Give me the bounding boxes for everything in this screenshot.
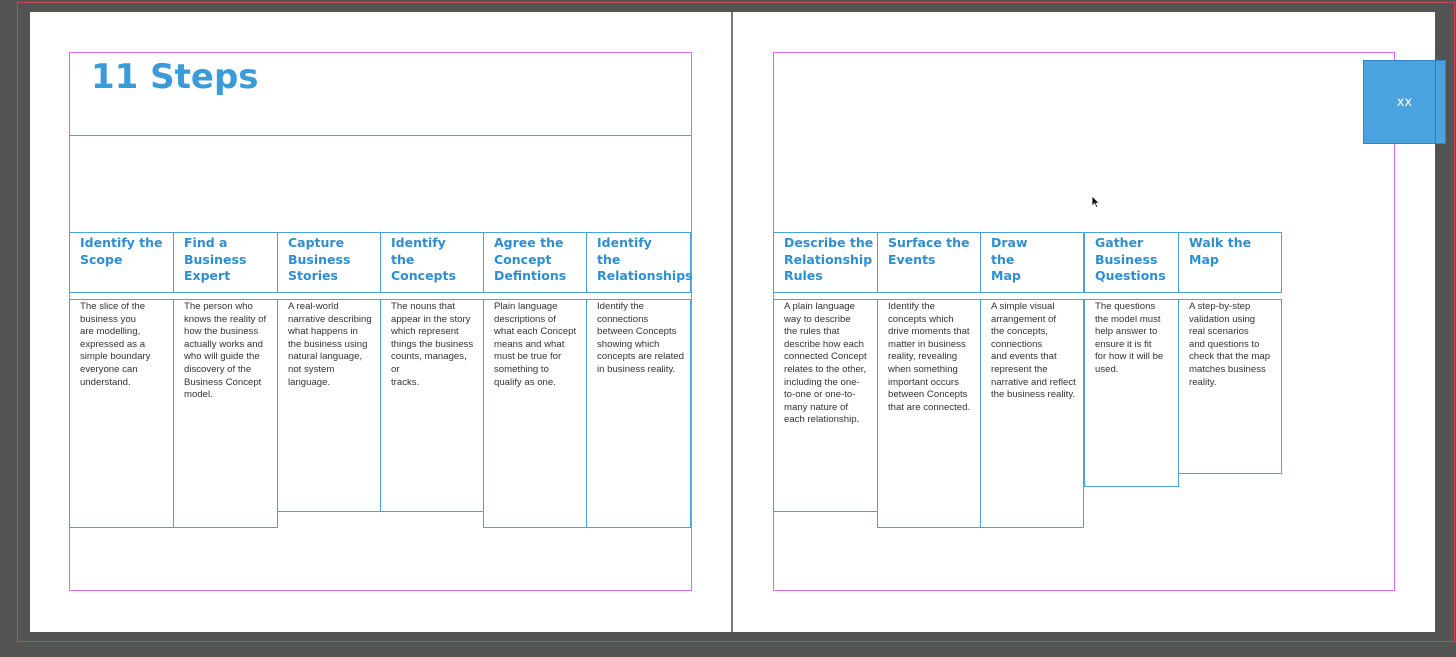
tab-label: xx xyxy=(1396,94,1413,110)
step-heading[interactable]: Capture Business Stories xyxy=(277,232,381,293)
empty-text-frame[interactable] xyxy=(69,135,691,233)
step-heading[interactable]: Surface the Events xyxy=(877,232,981,293)
step-heading[interactable]: Agree the Concept Defintions xyxy=(483,232,587,293)
step-heading[interactable]: Identify the Relationships xyxy=(586,232,693,293)
step-description[interactable]: A real-world narrative describing what h… xyxy=(277,299,381,512)
step-heading[interactable]: Identify the Scope xyxy=(69,232,174,293)
step-heading[interactable]: Find a Business Expert xyxy=(173,232,278,293)
step-heading[interactable]: Walk the Map xyxy=(1178,232,1282,293)
step-description[interactable]: The nouns that appear in the story which… xyxy=(380,299,484,512)
mouse-pointer-icon xyxy=(1091,195,1101,209)
step-heading[interactable]: Gather Business Questions xyxy=(1084,232,1179,293)
step-description[interactable]: A step-by-step validation using real sce… xyxy=(1178,299,1282,474)
step-description[interactable]: The questions the model must help answer… xyxy=(1084,299,1179,487)
step-description[interactable]: Identify the concepts which drive moment… xyxy=(877,299,981,528)
step-description[interactable]: Identify the connections between Concept… xyxy=(586,299,691,528)
step-heading[interactable]: Identify the Concepts xyxy=(380,232,484,293)
spread-spine xyxy=(731,12,733,632)
step-description[interactable]: A simple visual arrangement of the conce… xyxy=(980,299,1084,528)
step-description[interactable]: The slice of the business you are modell… xyxy=(69,299,174,528)
tab-divider xyxy=(1435,60,1436,144)
page-title[interactable]: 11 Steps xyxy=(91,60,259,94)
step-heading[interactable]: Draw the Map xyxy=(980,232,1084,293)
step-heading[interactable]: Describe the Relationship Rules xyxy=(773,232,878,293)
step-description[interactable]: A plain language way to describe the rul… xyxy=(773,299,878,512)
step-description[interactable]: Plain language descriptions of what each… xyxy=(483,299,587,528)
page-tab[interactable]: xx xyxy=(1363,60,1446,144)
step-description[interactable]: The person who knows the reality of how … xyxy=(173,299,278,528)
